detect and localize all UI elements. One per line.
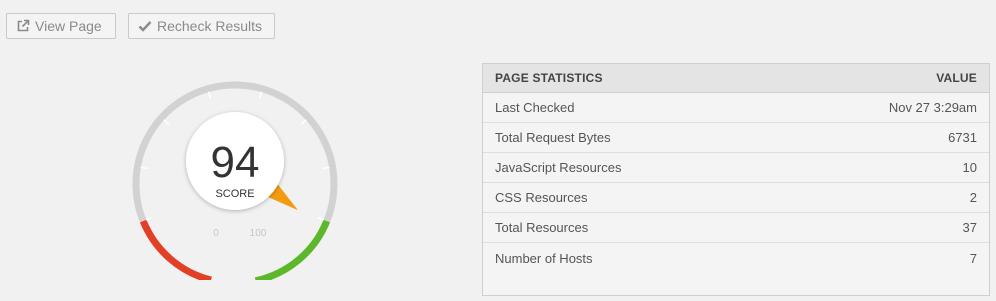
header-value: VALUE: [936, 71, 977, 85]
gauge-tick: [300, 119, 307, 126]
gauge-tick: [322, 166, 330, 170]
gauge-bad-zone: [139, 219, 212, 284]
stat-name: Last Checked: [495, 100, 575, 115]
stat-value: 2: [969, 190, 977, 205]
gauge-tick: [145, 216, 153, 221]
table-row: CSS Resources 2: [483, 183, 989, 213]
table-row: Total Resources 37: [483, 213, 989, 243]
view-page-label: View Page: [35, 18, 102, 34]
stat-name: Number of Hosts: [495, 250, 593, 266]
gauge-tick: [317, 216, 325, 221]
page-statistics-table: PAGE STATISTICS VALUE Last Checked Nov 2…: [482, 63, 990, 296]
recheck-results-button[interactable]: Recheck Results: [128, 13, 275, 39]
score-label: SCORE: [215, 188, 254, 200]
score-gauge: 0 100 94 SCORE: [112, 60, 356, 285]
table-row: JavaScript Resources 10: [483, 153, 989, 183]
stat-name: CSS Resources: [495, 190, 588, 205]
gauge-min-label: 0: [213, 228, 219, 239]
table-row: Number of Hosts 7: [483, 243, 989, 273]
external-link-icon: [16, 19, 30, 33]
recheck-results-label: Recheck Results: [157, 18, 263, 34]
stat-value: 37: [962, 220, 977, 235]
gauge-tick: [163, 119, 170, 126]
gauge-tick: [140, 166, 148, 170]
stat-name: Total Request Bytes: [495, 130, 611, 145]
stat-name: JavaScript Resources: [495, 160, 622, 175]
score-value: 94: [211, 138, 260, 187]
table-row: Total Request Bytes 6731: [483, 123, 989, 153]
stat-name: Total Resources: [495, 220, 589, 235]
gauge-tick: [207, 91, 212, 99]
stat-value: 10: [962, 160, 977, 175]
stat-value: 6731: [948, 130, 977, 145]
stat-value: 7: [969, 250, 977, 266]
gauge-tick: [258, 91, 263, 99]
table-header: PAGE STATISTICS VALUE: [483, 64, 989, 93]
table-row: Last Checked Nov 27 3:29am: [483, 93, 989, 123]
checkmark-icon: [138, 19, 152, 33]
view-page-button[interactable]: View Page: [6, 13, 116, 39]
gauge-max-label: 100: [250, 228, 267, 239]
header-page-statistics: PAGE STATISTICS: [495, 71, 603, 85]
stat-value: Nov 27 3:29am: [888, 100, 977, 115]
